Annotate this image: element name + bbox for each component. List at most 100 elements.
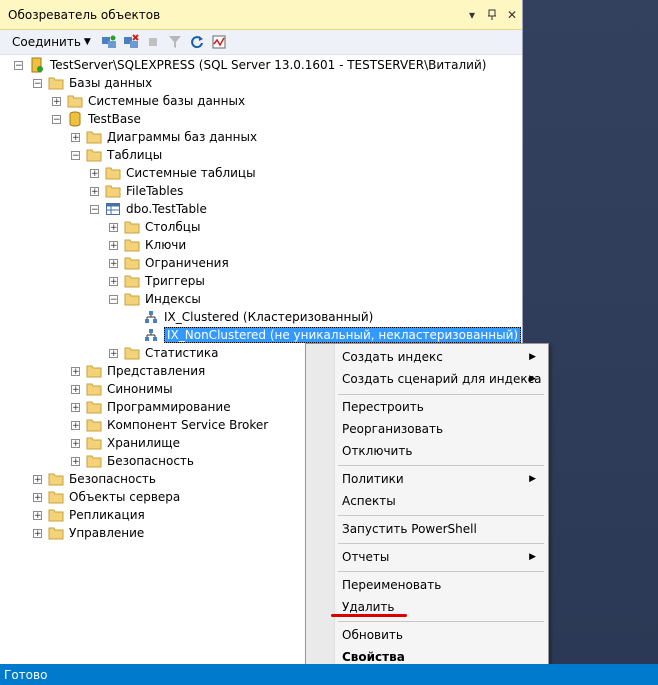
expand-icon[interactable]: + <box>71 456 80 466</box>
connect-object-explorer-icon[interactable] <box>99 33 119 51</box>
tree-node-keys[interactable]: + Ключи <box>109 236 186 254</box>
menu-item-disable[interactable]: Отключить <box>342 440 542 462</box>
expand-icon[interactable]: + <box>33 492 42 502</box>
tree-node-system-tables[interactable]: + Системные таблицы <box>90 164 256 182</box>
menu-item-reports[interactable]: Отчеты ▶ <box>342 546 542 568</box>
tree-node-tables[interactable]: − Таблицы <box>71 146 162 164</box>
expand-icon[interactable]: + <box>52 96 61 106</box>
tree-node-programming[interactable]: + Программирование <box>71 398 231 416</box>
tree-node-triggers[interactable]: + Триггеры <box>109 272 205 290</box>
stop-icon[interactable] <box>143 33 163 51</box>
disconnect-icon[interactable] <box>121 33 141 51</box>
menu-item-label: Обновить <box>342 628 403 642</box>
menu-item-reorganize[interactable]: Реорганизовать <box>342 418 542 440</box>
collapse-icon[interactable]: − <box>90 204 99 214</box>
folder-icon <box>86 363 102 379</box>
tree-node-storage[interactable]: + Хранилище <box>71 434 180 452</box>
expand-icon[interactable]: + <box>109 348 118 358</box>
pin-icon[interactable] <box>482 5 502 25</box>
menu-item-rename[interactable]: Переименовать <box>342 574 542 596</box>
tree-node-testbase[interactable]: − TestBase <box>52 110 141 128</box>
expand-icon[interactable]: + <box>109 240 118 250</box>
status-text: Готово <box>4 667 48 682</box>
expand-icon[interactable]: + <box>33 474 42 484</box>
menu-item-facets[interactable]: Аспекты <box>342 490 542 512</box>
expand-icon[interactable]: + <box>71 420 80 430</box>
tree-node-views[interactable]: + Представления <box>71 362 205 380</box>
tree-node-label: Объекты сервера <box>69 490 181 504</box>
collapse-icon[interactable]: − <box>14 60 23 70</box>
tree-node-synonyms[interactable]: + Синонимы <box>71 380 173 398</box>
filter-icon[interactable] <box>165 33 185 51</box>
tree-node-label: Управление <box>69 526 145 540</box>
activity-monitor-icon[interactable] <box>209 33 229 51</box>
expand-icon[interactable]: + <box>71 132 80 142</box>
folder-icon <box>124 255 140 271</box>
menu-item-powershell[interactable]: Запустить PowerShell <box>342 518 542 540</box>
menu-item-refresh[interactable]: Обновить <box>342 624 542 646</box>
submenu-arrow-icon: ▶ <box>529 374 536 384</box>
folder-icon <box>67 93 83 109</box>
tree-node-label: Хранилище <box>107 436 180 450</box>
menu-separator <box>338 621 544 622</box>
tree-node-ix-clustered[interactable]: IX_Clustered (Кластеризованный) <box>143 308 373 326</box>
refresh-icon[interactable] <box>187 33 207 51</box>
server-icon <box>29 57 45 73</box>
menu-separator <box>338 465 544 466</box>
collapse-icon[interactable]: − <box>71 150 80 160</box>
status-bar: Готово <box>0 664 658 685</box>
tree-node-label: Безопасность <box>107 454 194 468</box>
tree-node-replication[interactable]: + Репликация <box>33 506 145 524</box>
collapse-icon[interactable]: − <box>33 78 42 88</box>
menu-separator <box>338 543 544 544</box>
tree-node-label: Статистика <box>145 346 219 360</box>
collapse-icon[interactable]: − <box>52 114 61 124</box>
expand-icon[interactable]: + <box>71 366 80 376</box>
expand-icon[interactable]: + <box>109 222 118 232</box>
folder-icon <box>124 345 140 361</box>
close-icon[interactable]: ✕ <box>502 5 522 25</box>
expand-icon[interactable]: + <box>90 168 99 178</box>
tree-node-constraints[interactable]: + Ограничения <box>109 254 229 272</box>
tree-node-statistics[interactable]: + Статистика <box>109 344 219 362</box>
tree-node-label: TestServer\SQLEXPRESS (SQL Server 13.0.1… <box>50 58 487 72</box>
tree-node-filetables[interactable]: + FileTables <box>90 182 183 200</box>
menu-item-policies[interactable]: Политики ▶ <box>342 468 542 490</box>
tree-node-service-broker[interactable]: + Компонент Service Broker <box>71 416 268 434</box>
menu-item-label: Удалить <box>342 600 395 614</box>
menu-item-label: Отключить <box>342 444 413 458</box>
tree-node-system-databases[interactable]: + Системные базы данных <box>52 92 245 110</box>
menu-separator <box>338 515 544 516</box>
expand-icon[interactable]: + <box>90 186 99 196</box>
tree-node-columns[interactable]: + Столбцы <box>109 218 200 236</box>
tree-node-server-objects[interactable]: + Объекты сервера <box>33 488 180 506</box>
expand-icon[interactable]: + <box>71 402 80 412</box>
tree-node-db-security[interactable]: + Безопасность <box>71 452 194 470</box>
folder-icon <box>48 75 64 91</box>
tree-node-management[interactable]: + Управление <box>33 524 144 542</box>
tree-node-server[interactable]: − TestServer\SQLEXPRESS (SQL Server 13.0… <box>14 56 486 74</box>
expand-icon[interactable]: + <box>109 258 118 268</box>
dropdown-icon[interactable]: ▾ <box>462 5 482 25</box>
expand-icon[interactable]: + <box>71 384 80 394</box>
connect-button[interactable]: Соединить ▼ <box>12 35 91 49</box>
menu-item-script-index[interactable]: Создать сценарий для индекса ▶ <box>342 368 542 390</box>
tree-node-indexes[interactable]: − Индексы <box>109 290 201 308</box>
tree-node-security[interactable]: + Безопасность <box>33 470 156 488</box>
menu-separator <box>338 571 544 572</box>
tree-node-label: Репликация <box>69 508 145 522</box>
collapse-icon[interactable]: − <box>109 294 118 304</box>
folder-icon <box>124 237 140 253</box>
expand-icon[interactable]: + <box>109 276 118 286</box>
expand-icon[interactable]: + <box>71 438 80 448</box>
menu-item-create-index[interactable]: Создать индекс ▶ <box>342 346 542 368</box>
menu-item-rebuild[interactable]: Перестроить <box>342 396 542 418</box>
tree-node-databases[interactable]: − Базы данных <box>33 74 152 92</box>
tree-node-label: FileTables <box>126 184 184 198</box>
tree-node-diagrams[interactable]: + Диаграммы баз данных <box>71 128 257 146</box>
tree-node-ix-nonclustered[interactable]: IX_NonClustered (не уникальный, некласте… <box>143 326 522 344</box>
expand-icon[interactable]: + <box>33 528 42 538</box>
expand-icon[interactable]: + <box>33 510 42 520</box>
tree-node-label-selected: IX_NonClustered (не уникальный, некласте… <box>164 327 522 343</box>
tree-node-testtable[interactable]: − dbo.TestTable <box>90 200 207 218</box>
